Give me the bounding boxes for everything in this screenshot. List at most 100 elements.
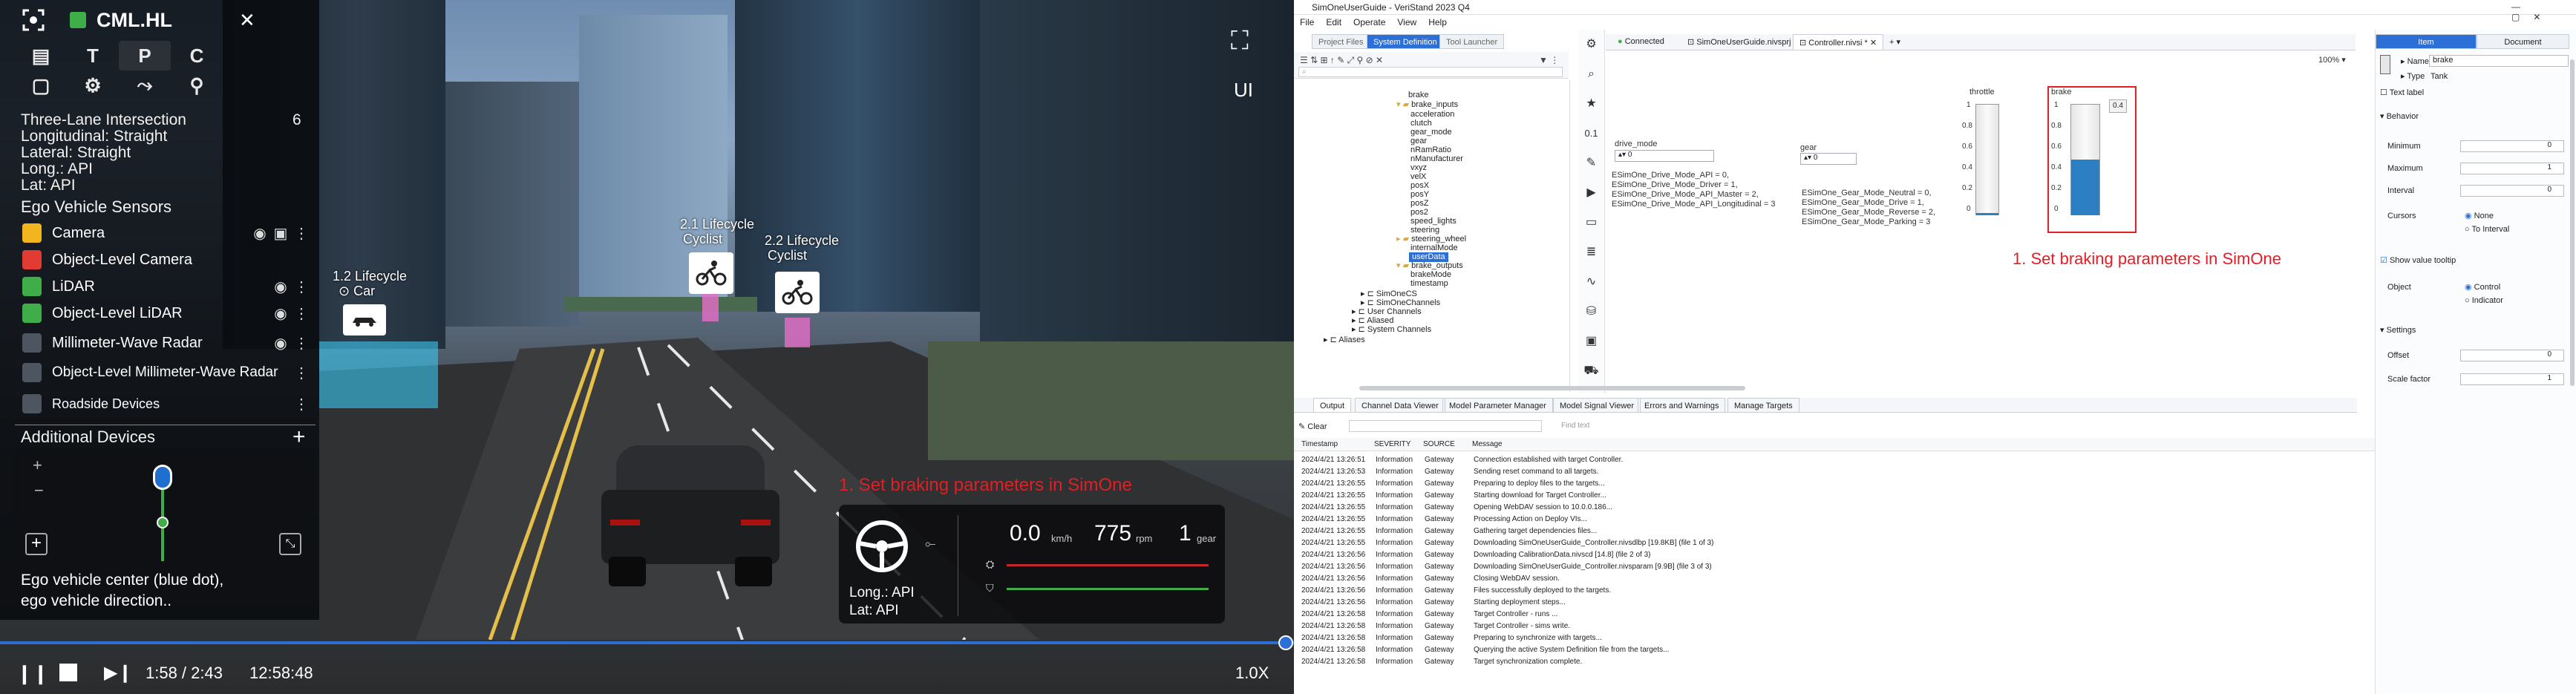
menu-operate[interactable]: Operate [1347, 15, 1391, 30]
route-icon[interactable]: ⤳ [119, 71, 171, 100]
cursors-none-radio[interactable]: ◉ None [2465, 211, 2494, 221]
more-icon[interactable]: ⋮ [291, 278, 312, 296]
tool-c-button[interactable]: C [171, 41, 223, 71]
camera-view-icon[interactable]: ▣ [270, 224, 291, 243]
car-icon[interactable]: ⛟ [1578, 356, 1604, 386]
menu-help[interactable]: Help [1422, 15, 1453, 30]
tab-model-signal-viewer[interactable]: Model Signal Viewer [1553, 398, 1641, 413]
tab-controller[interactable]: ⊡ Controller.nivsi * ✕ [1793, 34, 1884, 50]
settings-icon[interactable]: ⚙ [67, 71, 119, 100]
maximum-input[interactable]: 1 [2460, 163, 2564, 174]
close-icon[interactable]: ✕ [239, 9, 255, 32]
progress-track[interactable] [0, 641, 1294, 644]
gear-icon[interactable]: ⚙ [1578, 30, 1604, 59]
sensor-row-radar[interactable]: Millimeter-Wave Radar ◉ ⋮ [22, 330, 312, 356]
more-icon[interactable]: ⋮ [291, 224, 312, 243]
play-icon[interactable]: ▶ [1578, 178, 1604, 208]
numeric-icon[interactable]: 0.1 [1578, 119, 1604, 148]
draw-icon[interactable]: ✎ [1578, 148, 1604, 178]
tool-t-button[interactable]: T [67, 41, 119, 71]
bicycle-icon[interactable]: ⚲ [171, 71, 223, 100]
tree-item[interactable]: timestamp [1410, 279, 1448, 289]
tab-output[interactable]: Output [1313, 398, 1352, 413]
eye-icon[interactable]: ◉ [249, 224, 270, 243]
canvas-scrollbar[interactable] [1359, 386, 1745, 390]
tree-item[interactable]: ▾ ▰ brake_inputs [1396, 100, 1458, 110]
object-indicator-radio[interactable]: ○ Indicator [2465, 295, 2503, 306]
add-tab-button[interactable]: + ▾ [1889, 37, 1900, 47]
minimum-input[interactable]: 0 [2460, 140, 2564, 152]
drive-mode-input[interactable]: ▴▾ 0 [1615, 150, 1714, 162]
tab-system-definition[interactable]: System Definition [1367, 34, 1444, 49]
column-severity[interactable]: SEVERITY [1374, 438, 1410, 451]
behavior-section[interactable]: ▾ Behavior [2380, 111, 2419, 122]
throttle-tank[interactable]: 1 0.8 0.6 0.4 0.2 0 [1953, 101, 1999, 226]
document-icon[interactable]: ▤ [15, 41, 67, 71]
progress-thumb[interactable] [1278, 635, 1293, 650]
ui-toggle-button[interactable]: UI [1234, 79, 1253, 102]
panel-icon[interactable]: ▭ [1578, 208, 1604, 238]
offset-input[interactable]: 0 [2460, 350, 2564, 361]
tab-document[interactable]: Document [2477, 34, 2569, 49]
sensor-row-object-lidar[interactable]: Object-Level LiDAR ◉ ⋮ [22, 300, 312, 327]
cursors-interval-radio[interactable]: ○ To Interval [2465, 224, 2509, 235]
tree-item[interactable]: ▸ ⊏ System Channels [1352, 325, 1431, 335]
eye-icon[interactable]: ◉ [270, 304, 291, 323]
next-icon[interactable]: ▶❙ [104, 662, 133, 684]
object-control-radio[interactable]: ◉ Control [2465, 282, 2500, 292]
menu-view[interactable]: View [1391, 15, 1422, 30]
connection-status[interactable]: ● Connected [1618, 37, 1664, 46]
find-text-input[interactable]: Find text [1561, 422, 1589, 430]
tab-model-parameter-manager[interactable]: Model Parameter Manager [1442, 398, 1553, 413]
column-timestamp[interactable]: Timestamp [1301, 438, 1338, 451]
sensor-row-object-camera[interactable]: Object-Level Camera [22, 246, 312, 273]
tab-project-files[interactable]: Project Files [1312, 34, 1370, 49]
list-icon[interactable]: ☰ ⇅ ⊞ ↑ ✎ ⤢ ⚲ ⊘ ✕ [1300, 55, 1383, 66]
filter-icon[interactable]: ▼ ⋮ [1539, 55, 1559, 65]
gear-input[interactable]: ▴▾ 0 [1800, 153, 1857, 165]
scale-input[interactable]: 1 [2460, 373, 2564, 385]
star-icon[interactable]: ★ [1578, 89, 1604, 119]
stop-icon[interactable] [59, 664, 77, 681]
collapse-button[interactable]: ⤡ [279, 533, 301, 555]
camera-scan-icon[interactable] [15, 5, 52, 35]
playback-speed[interactable]: 1.0X [1235, 664, 1269, 683]
menu-edit[interactable]: Edit [1320, 15, 1347, 30]
eye-icon[interactable]: ◉ [270, 334, 291, 353]
list-icon[interactable]: ≣ [1578, 238, 1604, 267]
settings-section[interactable]: ▾ Settings [2380, 325, 2416, 335]
column-message[interactable]: Message [1472, 438, 1503, 451]
search-input[interactable]: ⌕ [1298, 67, 1563, 77]
sensor-row-camera[interactable]: Camera ◉ ▣ ⋮ [22, 220, 312, 246]
sensor-row-lidar[interactable]: LiDAR ◉ ⋮ [22, 273, 312, 300]
name-input[interactable]: brake [2429, 55, 2569, 67]
zoom-level[interactable]: 100% [2318, 56, 2339, 65]
tab-project[interactable]: ⊡ SimOneUserGuide.nivsprj [1687, 37, 1791, 47]
tab-manage-targets[interactable]: Manage Targets [1727, 398, 1799, 413]
add-button[interactable]: + [25, 533, 48, 555]
column-source[interactable]: SOURCE [1423, 438, 1455, 451]
sensor-row-roadside[interactable]: Roadside Devices ⋮ [22, 390, 312, 417]
tree-item[interactable]: brake [1408, 91, 1429, 100]
tab-channel-data-viewer[interactable]: Channel Data Viewer [1355, 398, 1445, 413]
tab-tool-launcher[interactable]: Tool Launcher [1439, 34, 1505, 49]
more-icon[interactable]: ⋮ [291, 395, 312, 413]
more-icon[interactable]: ⋮ [291, 304, 312, 323]
sensor-row-object-radar[interactable]: Object-Level Millimeter-Wave Radar ⋮ [22, 359, 312, 386]
zoom-in-button[interactable]: + [33, 456, 42, 475]
more-icon[interactable]: ⋮ [291, 364, 312, 382]
show-tooltip-checkbox[interactable]: ☑ Show value tooltip [2380, 255, 2456, 266]
text-label-checkbox[interactable]: ☐ Text label [2380, 88, 2424, 98]
brake-value-box[interactable]: 0.4 [2109, 99, 2127, 113]
square-icon[interactable]: ▢ [15, 71, 67, 100]
tank-icon[interactable]: ⛁ [1578, 297, 1604, 327]
pause-icon[interactable]: ❙❙ [16, 662, 49, 685]
tree-item[interactable]: ▸ ⊏ Aliases [1324, 335, 1365, 345]
chart-icon[interactable]: ∿ [1578, 267, 1604, 297]
screen-icon[interactable]: ▣ [1578, 327, 1604, 356]
eye-icon[interactable]: ◉ [270, 278, 291, 296]
menu-file[interactable]: File [1294, 15, 1320, 30]
output-filter-input[interactable] [1349, 420, 1542, 432]
properties-scrollbar[interactable] [2570, 59, 2575, 386]
tab-item[interactable]: Item [2376, 34, 2477, 49]
